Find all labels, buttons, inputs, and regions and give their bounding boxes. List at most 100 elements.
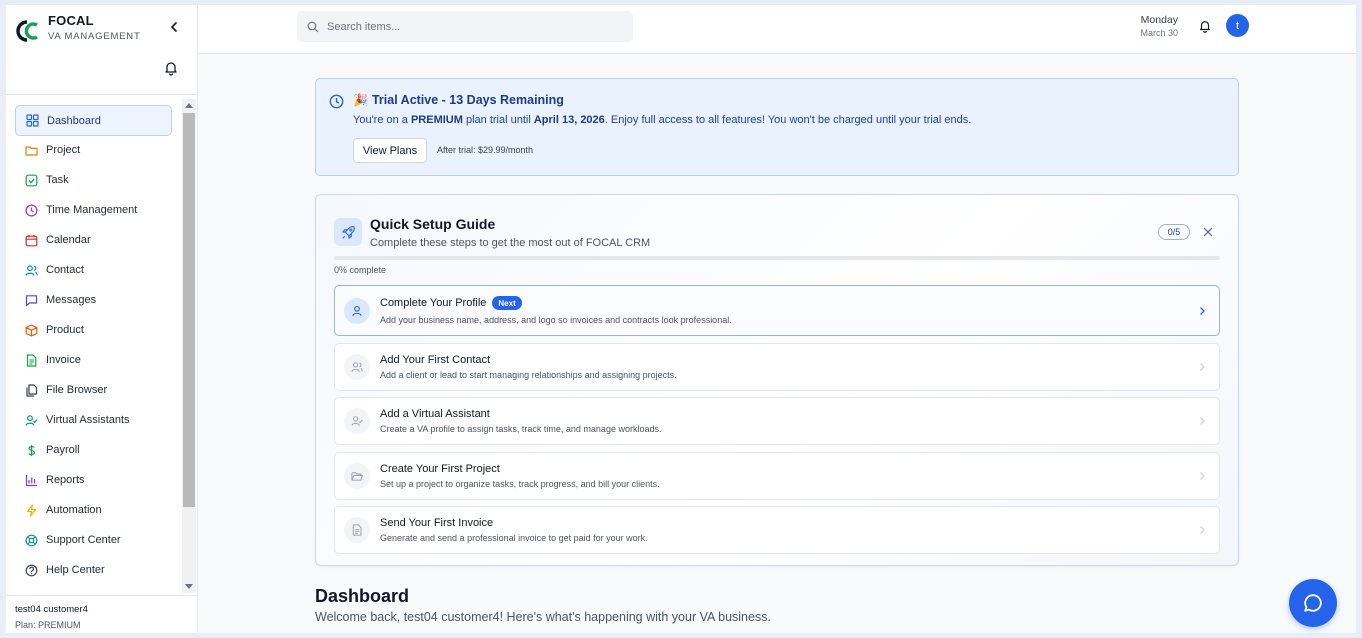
bell-icon[interactable] <box>163 60 179 76</box>
after-trial-price: After trial: $29.99/month <box>437 145 534 155</box>
user-icon <box>344 298 370 324</box>
sidebar-item-label: Time Management <box>46 204 138 216</box>
search-box[interactable] <box>297 11 633 42</box>
user-name: test04 customer4 <box>15 604 88 615</box>
brand-subtitle: VA MANAGEMENT <box>48 31 141 42</box>
sidebar-item-automation[interactable]: Automation <box>15 495 172 525</box>
step-title: Complete Your Profile Next <box>380 296 522 310</box>
sidebar-item-payroll[interactable]: Payroll <box>15 435 172 465</box>
setup-step-add-virtual-assistant[interactable]: Add a Virtual Assistant Create a VA prof… <box>334 397 1220 445</box>
calendar-icon <box>25 234 38 247</box>
date-display: Monday March 30 <box>1138 14 1178 38</box>
trial-plan: PREMIUM <box>410 114 463 126</box>
step-title-text: Complete Your Profile <box>380 297 487 309</box>
sidebar-item-label: Help Center <box>46 564 105 576</box>
sidebar-item-label: Virtual Assistants <box>46 414 130 426</box>
sidebar-item-product[interactable]: Product <box>15 315 172 345</box>
avatar[interactable]: t <box>1226 14 1249 37</box>
setup-step-send-invoice[interactable]: Send Your First Invoice Generate and sen… <box>334 506 1220 554</box>
brand[interactable]: FOCAL VA MANAGEMENT <box>16 13 141 44</box>
bar-chart-icon <box>25 474 38 487</box>
sidebar-item-contact[interactable]: Contact <box>15 255 172 285</box>
sidebar: FOCAL VA MANAGEMENT Dashboard Project Ta… <box>6 5 198 633</box>
sidebar-item-reports[interactable]: Reports <box>15 465 172 495</box>
lifebuoy-icon <box>25 534 38 547</box>
next-badge: Next <box>492 296 522 310</box>
user-info[interactable]: test04 customer4 Plan: PREMIUM <box>6 595 197 638</box>
close-icon[interactable] <box>1202 226 1214 238</box>
sidebar-scrollbar[interactable] <box>182 99 196 593</box>
step-description: Add a client or lead to start managing r… <box>380 370 677 380</box>
chevron-right-icon <box>1200 307 1205 315</box>
sidebar-item-label: Reports <box>46 474 85 486</box>
folder-open-icon <box>344 463 370 489</box>
scrollbar-thumb[interactable] <box>183 113 195 507</box>
step-title: Add Your First Contact <box>380 354 491 366</box>
sidebar-item-label: Payroll <box>46 444 80 456</box>
trial-banner: 🎉 Trial Active - 13 Days Remaining You'r… <box>315 78 1239 176</box>
search-input[interactable] <box>327 20 607 33</box>
box-icon <box>25 323 38 337</box>
sidebar-item-label: Messages <box>46 294 97 306</box>
setup-step-complete-profile[interactable]: Complete Your Profile Next Add your busin… <box>334 285 1220 336</box>
sidebar-item-label: Invoice <box>46 354 81 366</box>
sidebar-item-support-center[interactable]: Support Center <box>15 525 172 555</box>
sidebar-nav: Dashboard Project Task Time Management C… <box>15 105 172 585</box>
focal-logo-icon <box>16 20 38 42</box>
scroll-down-icon[interactable] <box>185 584 193 589</box>
message-icon <box>25 294 38 307</box>
sidebar-item-messages[interactable]: Messages <box>15 285 172 315</box>
guide-subtitle: Complete these steps to get the most out… <box>370 237 651 249</box>
search-icon <box>307 21 319 32</box>
step-description: Generate and send a professional invoice… <box>380 533 648 543</box>
sidebar-item-task[interactable]: Task <box>15 165 172 195</box>
view-plans-button[interactable]: View Plans <box>353 138 427 163</box>
invoice-icon <box>25 353 38 367</box>
sidebar-item-label: File Browser <box>46 384 108 396</box>
clock-icon <box>329 94 344 109</box>
sidebar-item-time-management[interactable]: Time Management <box>15 195 172 225</box>
document-icon <box>344 517 370 543</box>
sidebar-item-project[interactable]: Project <box>15 135 172 165</box>
trial-message: You're on a PREMIUM plan trial until Apr… <box>353 114 971 126</box>
setup-step-add-contact[interactable]: Add Your First Contact Add a client or l… <box>334 343 1220 391</box>
rocket-icon <box>334 218 362 246</box>
sidebar-item-dashboard[interactable]: Dashboard <box>15 105 172 136</box>
bolt-icon <box>25 503 38 517</box>
page-title: Dashboard <box>315 586 410 606</box>
step-title: Create Your First Project <box>380 463 500 475</box>
chat-bubble-icon <box>1304 594 1322 612</box>
chevron-right-icon <box>1200 417 1205 425</box>
sidebar-item-help-center[interactable]: Help Center <box>15 555 172 585</box>
sidebar-item-label: Contact <box>46 264 84 276</box>
welcome-message: Welcome back, test04 customer4! Here's w… <box>315 610 771 624</box>
brand-name: FOCAL <box>48 13 94 28</box>
users-icon <box>344 354 370 380</box>
step-description: Create a VA profile to assign tasks, tra… <box>380 424 662 434</box>
chat-button[interactable] <box>1289 579 1337 627</box>
user-check-icon <box>25 414 38 427</box>
step-title: Add a Virtual Assistant <box>380 408 490 420</box>
bell-icon[interactable] <box>1198 19 1212 33</box>
sidebar-item-file-browser[interactable]: File Browser <box>15 375 172 405</box>
sidebar-item-calendar[interactable]: Calendar <box>15 225 172 255</box>
files-icon <box>25 383 38 397</box>
chevron-left-icon[interactable] <box>167 20 181 34</box>
trial-title-text: Trial Active - 13 Days Remaining <box>371 93 564 107</box>
sidebar-item-label: Support Center <box>46 534 121 546</box>
scroll-up-icon[interactable] <box>185 103 193 108</box>
step-description: Set up a project to organize tasks, trac… <box>380 479 660 489</box>
sidebar-item-label: Automation <box>46 504 102 516</box>
app-window: FOCAL VA MANAGEMENT Dashboard Project Ta… <box>6 5 1356 633</box>
help-icon <box>25 564 38 577</box>
quick-setup-guide: Quick Setup Guide Complete these steps t… <box>315 194 1239 566</box>
day-label: Monday <box>1140 14 1178 26</box>
chevron-right-icon <box>1200 363 1205 371</box>
progress-count-badge: 0/5 <box>1158 224 1190 240</box>
sidebar-item-label: Calendar <box>46 234 91 246</box>
sidebar-item-label: Task <box>46 174 69 186</box>
sidebar-item-virtual-assistants[interactable]: Virtual Assistants <box>15 405 172 435</box>
sidebar-item-invoice[interactable]: Invoice <box>15 345 172 375</box>
setup-step-create-project[interactable]: Create Your First Project Set up a proje… <box>334 452 1220 500</box>
trial-end-date: April 13, 2026 <box>533 114 605 126</box>
